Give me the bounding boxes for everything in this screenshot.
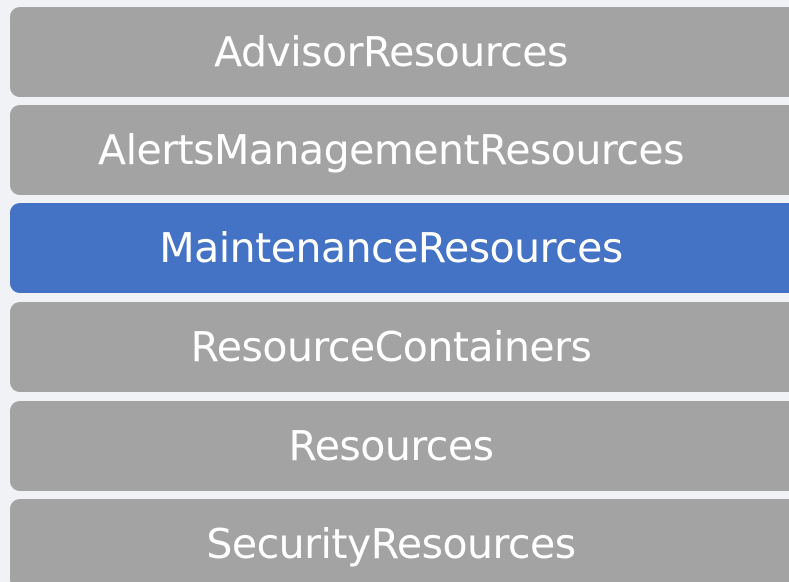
list-item-resources[interactable]: Resources xyxy=(10,401,789,491)
list-item-label: Resources xyxy=(288,421,494,470)
list-item-label: MaintenanceResources xyxy=(159,223,623,272)
list-item-alerts-management-resources[interactable]: AlertsManagementResources xyxy=(10,105,789,195)
list-item-advisor-resources[interactable]: AdvisorResources xyxy=(10,7,789,97)
list-item-security-resources[interactable]: SecurityResources xyxy=(10,499,789,582)
list-item-resource-containers[interactable]: ResourceContainers xyxy=(10,302,789,392)
list-item-maintenance-resources[interactable]: MaintenanceResources xyxy=(10,203,789,293)
resource-table-list: AdvisorResources AlertsManagementResourc… xyxy=(0,0,789,582)
list-item-label: AdvisorResources xyxy=(214,27,568,76)
list-item-label: AlertsManagementResources xyxy=(98,125,684,174)
list-item-label: ResourceContainers xyxy=(190,322,592,371)
list-item-label: SecurityResources xyxy=(206,519,576,568)
